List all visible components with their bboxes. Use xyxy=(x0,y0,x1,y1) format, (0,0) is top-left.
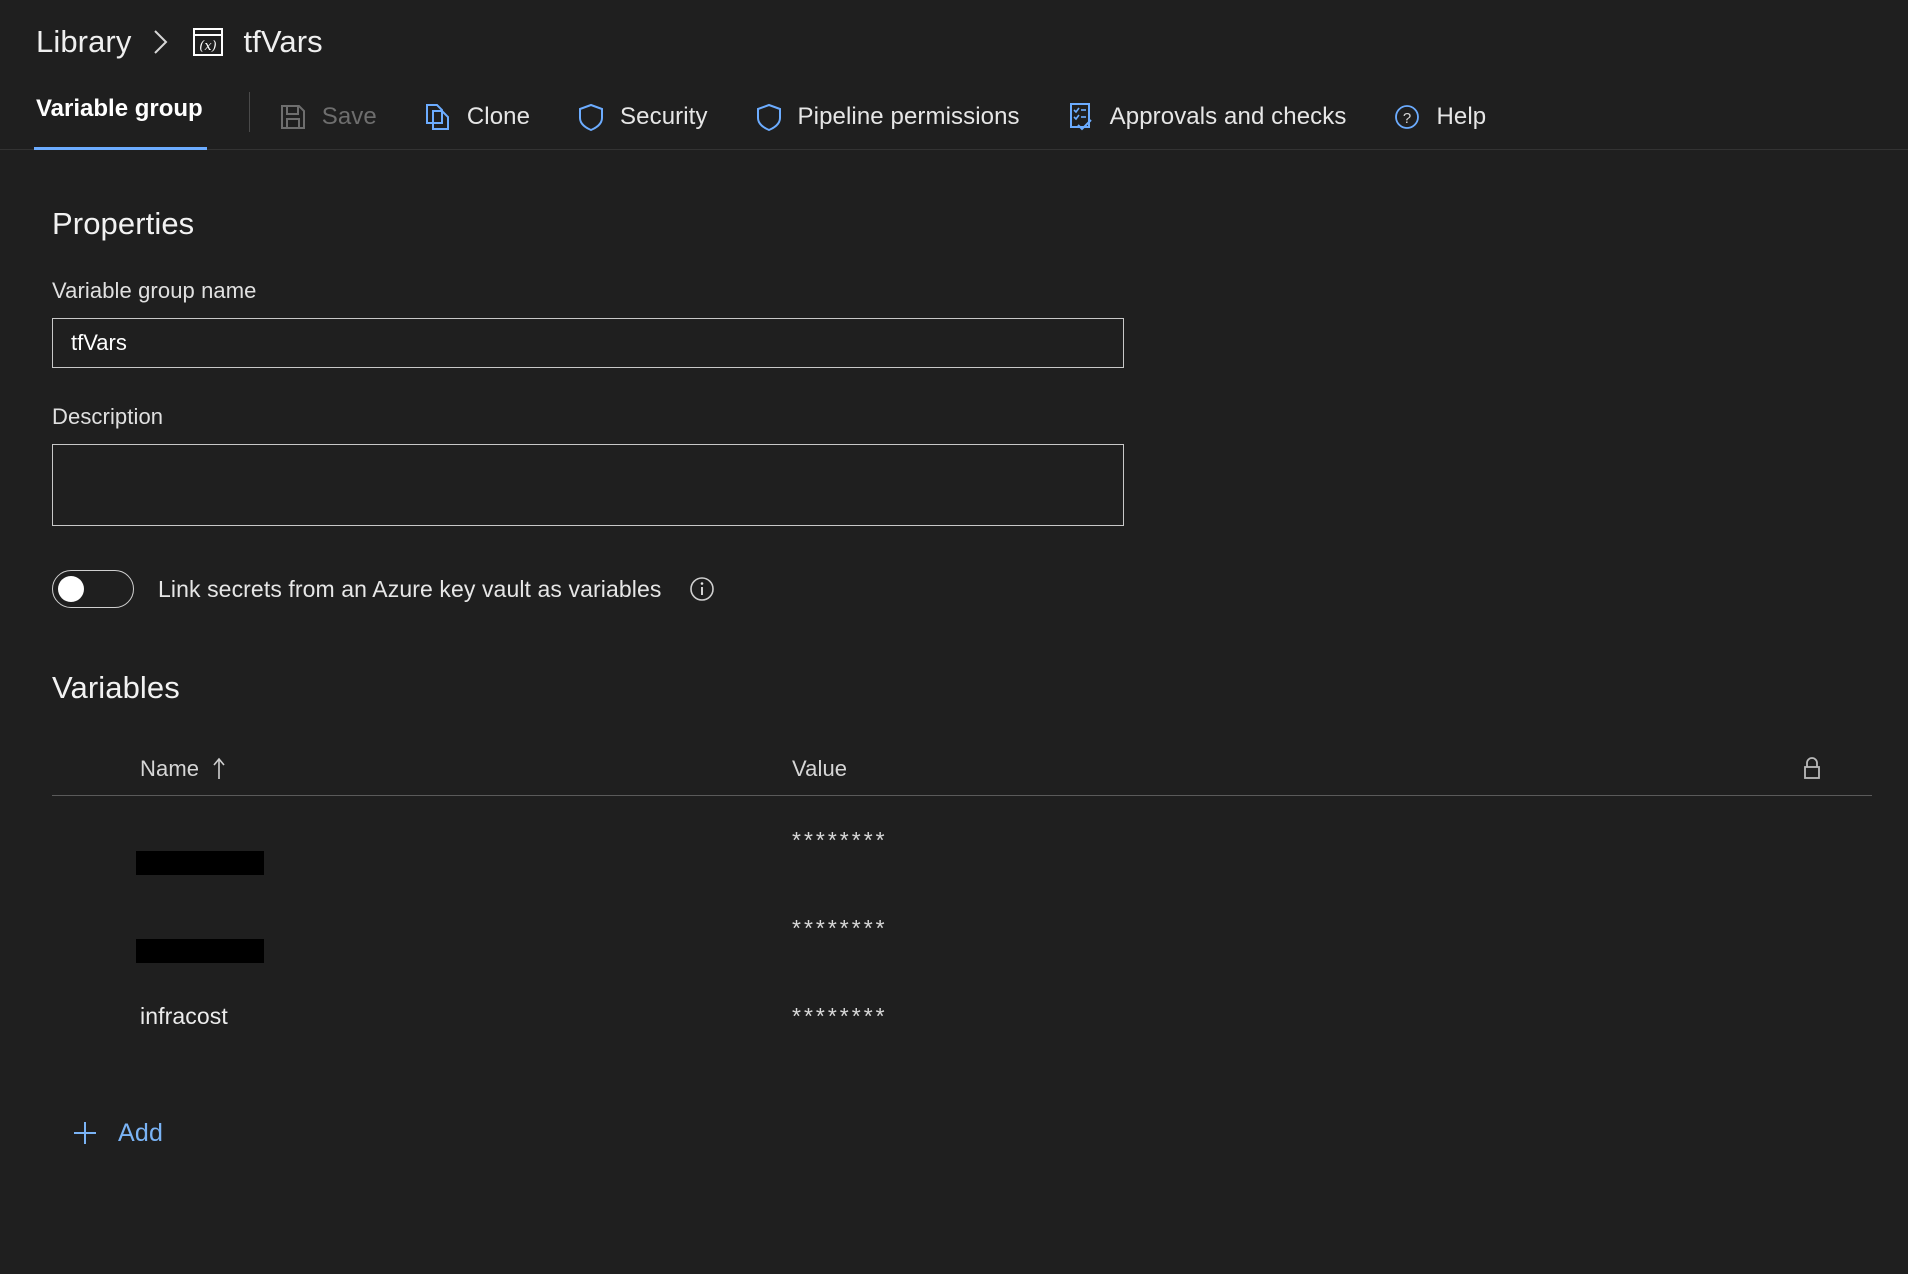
variable-name-cell[interactable]: infracost xyxy=(52,1003,782,1030)
clone-button-label: Clone xyxy=(466,103,531,130)
variable-group-icon: (x) xyxy=(191,26,225,58)
variables-table-header: Name Value xyxy=(52,742,1872,796)
page-content: Properties Variable group name Descripti… xyxy=(0,206,1908,1153)
info-icon[interactable] xyxy=(687,574,717,604)
variables-table: Name Value ******** ******** infracost *… xyxy=(52,742,1872,1060)
security-button[interactable]: Security xyxy=(576,102,708,150)
properties-heading: Properties xyxy=(52,206,195,241)
toolbar-separator xyxy=(248,92,250,132)
help-circle-icon: ? xyxy=(1392,102,1422,132)
save-button-label: Save xyxy=(321,103,377,130)
column-header-lock xyxy=(1752,755,1872,783)
save-icon xyxy=(278,102,308,132)
column-header-name[interactable]: Name xyxy=(52,756,782,782)
tab-variable-group-label: Variable group xyxy=(36,95,203,122)
keyvault-toggle-row: Link secrets from an Azure key vault as … xyxy=(52,570,1908,608)
breadcrumb: Library (x) tfVars xyxy=(0,0,1908,84)
variable-value-cell[interactable]: ******** xyxy=(782,1003,1752,1030)
help-button[interactable]: ? Help xyxy=(1392,102,1486,150)
link-secrets-keyvault-toggle[interactable] xyxy=(52,570,134,608)
checklist-icon xyxy=(1066,102,1096,132)
link-secrets-keyvault-label: Link secrets from an Azure key vault as … xyxy=(158,575,662,602)
breadcrumb-current-page: tfVars xyxy=(243,24,323,59)
plus-icon xyxy=(70,1118,100,1148)
clone-button[interactable]: Clone xyxy=(423,102,530,150)
column-header-name-label: Name xyxy=(140,755,200,781)
toggle-knob xyxy=(58,576,84,602)
chevron-right-icon xyxy=(151,27,171,57)
clone-icon xyxy=(423,102,453,132)
redaction-bar xyxy=(136,938,264,963)
table-row[interactable]: infracost ******** xyxy=(52,972,1872,1060)
variable-name-cell[interactable] xyxy=(52,915,782,963)
save-button[interactable]: Save xyxy=(278,102,377,150)
breadcrumb-library-link[interactable]: Library xyxy=(36,24,131,60)
sort-ascending-arrow-icon xyxy=(211,756,227,782)
variables-heading: Variables xyxy=(52,670,180,705)
column-header-value[interactable]: Value xyxy=(782,756,1752,782)
shield-icon xyxy=(754,102,784,132)
column-header-value-label: Value xyxy=(792,755,848,781)
table-row[interactable]: ******** xyxy=(52,884,1872,972)
active-tab-indicator xyxy=(34,147,207,150)
add-variable-button[interactable]: Add xyxy=(70,1118,163,1148)
variable-group-name-input[interactable] xyxy=(52,318,1124,368)
shield-icon xyxy=(576,102,606,132)
variable-group-page: Library (x) tfVars Variable group Save C… xyxy=(0,0,1908,1274)
table-row[interactable]: ******** xyxy=(52,796,1872,884)
toolbar-divider xyxy=(0,149,1908,150)
lock-icon xyxy=(1800,755,1824,783)
variable-group-name-label: Variable group name xyxy=(52,278,257,303)
approvals-and-checks-button-label: Approvals and checks xyxy=(1109,103,1347,130)
approvals-and-checks-button[interactable]: Approvals and checks xyxy=(1066,102,1347,150)
pipeline-permissions-button[interactable]: Pipeline permissions xyxy=(754,102,1020,150)
description-label: Description xyxy=(52,404,164,429)
tab-variable-group[interactable]: Variable group xyxy=(34,84,207,150)
variable-value-cell[interactable]: ******** xyxy=(782,915,1752,942)
help-button-label: Help xyxy=(1436,103,1487,130)
svg-text:?: ? xyxy=(1403,110,1411,127)
pipeline-permissions-button-label: Pipeline permissions xyxy=(797,103,1020,130)
security-button-label: Security xyxy=(620,103,708,130)
variable-name-cell[interactable] xyxy=(52,827,782,875)
description-input[interactable] xyxy=(52,444,1124,526)
add-variable-label: Add xyxy=(118,1118,164,1147)
variable-value-cell[interactable]: ******** xyxy=(782,827,1752,854)
redaction-bar xyxy=(136,850,264,875)
svg-text:(x): (x) xyxy=(200,39,217,54)
command-toolbar: Variable group Save Clone Security Pipel… xyxy=(0,84,1908,150)
